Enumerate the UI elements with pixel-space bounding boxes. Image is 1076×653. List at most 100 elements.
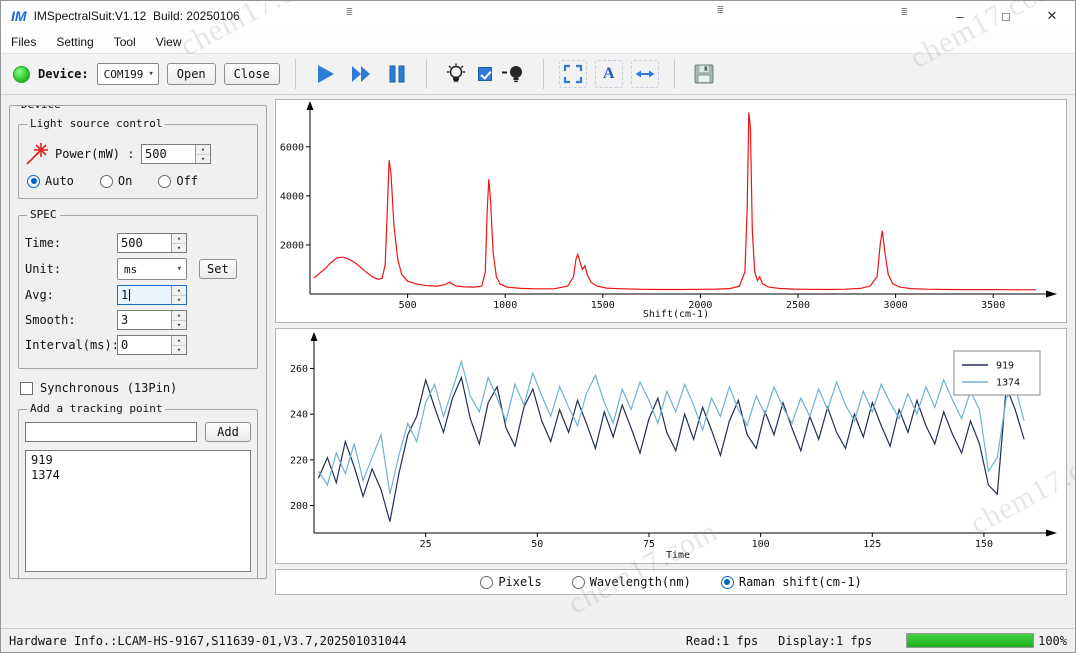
minimize-button[interactable]: – — [937, 1, 983, 31]
statusbar: Hardware Info.:LCAM-HS-9167,S11639-01,V3… — [1, 628, 1075, 652]
sync-checkbox[interactable]: Synchronous (13Pin) — [20, 381, 258, 395]
continuous-play-button[interactable] — [347, 60, 375, 88]
laser-icon — [25, 142, 51, 166]
time-input[interactable]: 500 ▴▾ — [117, 233, 187, 253]
fit-width-button[interactable] — [631, 60, 659, 88]
progress-bar — [906, 633, 1034, 648]
com-port-select[interactable]: COM199 ▾ — [97, 63, 159, 85]
spinner-down-icon[interactable]: ▾ — [172, 321, 186, 330]
sync-label: Synchronous (13Pin) — [40, 381, 177, 395]
spinner-up-icon[interactable]: ▴ — [172, 234, 186, 244]
spinner-up-icon[interactable]: ▴ — [196, 145, 210, 155]
spinner-up-icon[interactable]: ▴ — [172, 311, 186, 321]
svg-text:2000: 2000 — [280, 240, 304, 251]
smooth-label: Smooth: — [25, 313, 117, 327]
autoscale-button[interactable]: A — [595, 60, 623, 88]
save-icon — [693, 63, 715, 85]
menu-tool[interactable]: Tool — [104, 33, 146, 51]
unit-select[interactable]: ms ▾ — [117, 258, 187, 280]
power-input[interactable]: 500 ▴▾ — [141, 144, 211, 164]
radio-wavelength[interactable]: Wavelength(nm) — [572, 575, 691, 589]
radio-raman-shift-label: Raman shift(cm-1) — [739, 575, 862, 589]
raman-spectrum-chart: 500100015002000250030003500200040006000S… — [275, 99, 1067, 323]
svg-text:1500: 1500 — [591, 300, 615, 311]
unit-value: ms — [124, 263, 137, 276]
play-icon — [313, 62, 337, 86]
radio-pixels[interactable]: Pixels — [480, 575, 541, 589]
left-panel: Device Light source control Power(mW) : — [9, 99, 267, 628]
radio-auto[interactable]: Auto — [27, 174, 74, 188]
checkbox-icon — [20, 382, 33, 395]
svg-text:150: 150 — [975, 539, 993, 550]
radio-auto-label: Auto — [45, 174, 74, 188]
spec-group: SPEC Time: 500 ▴▾ Unit: ms ▾ — [18, 215, 258, 369]
spinner-up-icon[interactable]: ▴ — [172, 336, 186, 346]
spinner-down-icon[interactable]: ▾ — [196, 155, 210, 164]
open-device-button[interactable]: Open — [167, 63, 216, 85]
radio-wavelength-label: Wavelength(nm) — [590, 575, 691, 589]
fit-window-button[interactable] — [559, 60, 587, 88]
radio-dot-icon — [721, 576, 734, 589]
svg-text:1374: 1374 — [996, 378, 1020, 389]
menu-files[interactable]: Files — [1, 33, 46, 51]
interval-value: 0 — [118, 336, 171, 354]
avg-spinner: ▴▾ — [171, 286, 186, 304]
avg-input[interactable]: 1 ▴▾ — [117, 285, 187, 305]
letter-a-icon: A — [603, 65, 615, 83]
radio-on[interactable]: On — [100, 174, 132, 188]
svg-text:1000: 1000 — [493, 300, 517, 311]
tracking-point-input[interactable] — [25, 422, 197, 442]
radio-off-label: Off — [176, 174, 198, 188]
tracking-point-list[interactable]: 919 1374 — [25, 450, 251, 572]
spinner-down-icon[interactable]: ▾ — [172, 296, 186, 305]
svg-text:75: 75 — [643, 539, 655, 550]
power-label: Power(mW) : — [55, 147, 141, 161]
radio-raman-shift[interactable]: Raman shift(cm-1) — [721, 575, 862, 589]
main-area: Device Light source control Power(mW) : — [1, 95, 1075, 628]
power-spinner: ▴▾ — [195, 145, 210, 163]
menu-setting[interactable]: Setting — [46, 33, 103, 51]
tracking-group: Add a tracking point Add 919 1374 Save C… — [18, 409, 258, 579]
pause-button[interactable] — [383, 60, 411, 88]
smooth-input[interactable]: 3 ▴▾ — [117, 310, 187, 330]
light-on-button[interactable] — [442, 60, 470, 88]
light-toggle-checkbox[interactable] — [478, 67, 492, 81]
set-button[interactable]: Set — [199, 259, 237, 279]
light-source-group-label: Light source control — [27, 117, 165, 131]
close-window-button[interactable]: ✕ — [1029, 1, 1075, 31]
menu-view[interactable]: View — [146, 33, 192, 51]
save-button[interactable] — [690, 60, 718, 88]
app-logo: IM — [11, 8, 27, 24]
light-source-group: Light source control Power(mW) : 500 — [18, 124, 258, 199]
device-label: Device: — [38, 67, 89, 81]
list-item[interactable]: 1374 — [31, 468, 245, 483]
close-device-button[interactable]: Close — [224, 63, 280, 85]
radio-off[interactable]: Off — [158, 174, 198, 188]
time-spinner: ▴▾ — [171, 234, 186, 252]
spec-group-label: SPEC — [27, 208, 60, 222]
window-controls: – □ ✕ — [937, 1, 1075, 31]
spinner-up-icon[interactable]: ▴ — [172, 286, 186, 296]
svg-text:6000: 6000 — [280, 142, 304, 153]
chevron-down-icon: ▾ — [148, 69, 153, 79]
play-button[interactable] — [311, 60, 339, 88]
maximize-button[interactable]: □ — [983, 1, 1029, 31]
radio-on-label: On — [118, 174, 132, 188]
device-status-led — [13, 66, 30, 83]
svg-text:919: 919 — [996, 361, 1014, 372]
read-fps: Read:1 fps — [686, 634, 758, 648]
time-value: 500 — [118, 234, 171, 252]
add-button[interactable]: Add — [205, 422, 251, 442]
smooth-value: 3 — [118, 311, 171, 329]
spinner-down-icon[interactable]: ▾ — [172, 244, 186, 253]
spinner-down-icon[interactable]: ▾ — [172, 346, 186, 355]
toolbar-separator — [543, 59, 544, 89]
light-off-button[interactable] — [500, 60, 528, 88]
interval-input[interactable]: 0 ▴▾ — [117, 335, 187, 355]
smooth-spinner: ▴▾ — [171, 311, 186, 329]
radio-dot-icon — [100, 175, 113, 188]
axis-mode-bar: Pixels Wavelength(nm) Raman shift(cm-1) — [275, 569, 1067, 595]
list-item[interactable]: 919 — [31, 453, 245, 468]
avg-value: 1 — [121, 288, 128, 302]
titlebar: IM IMSpectralSuit:V1.12 Build: 20250106 … — [1, 1, 1075, 31]
